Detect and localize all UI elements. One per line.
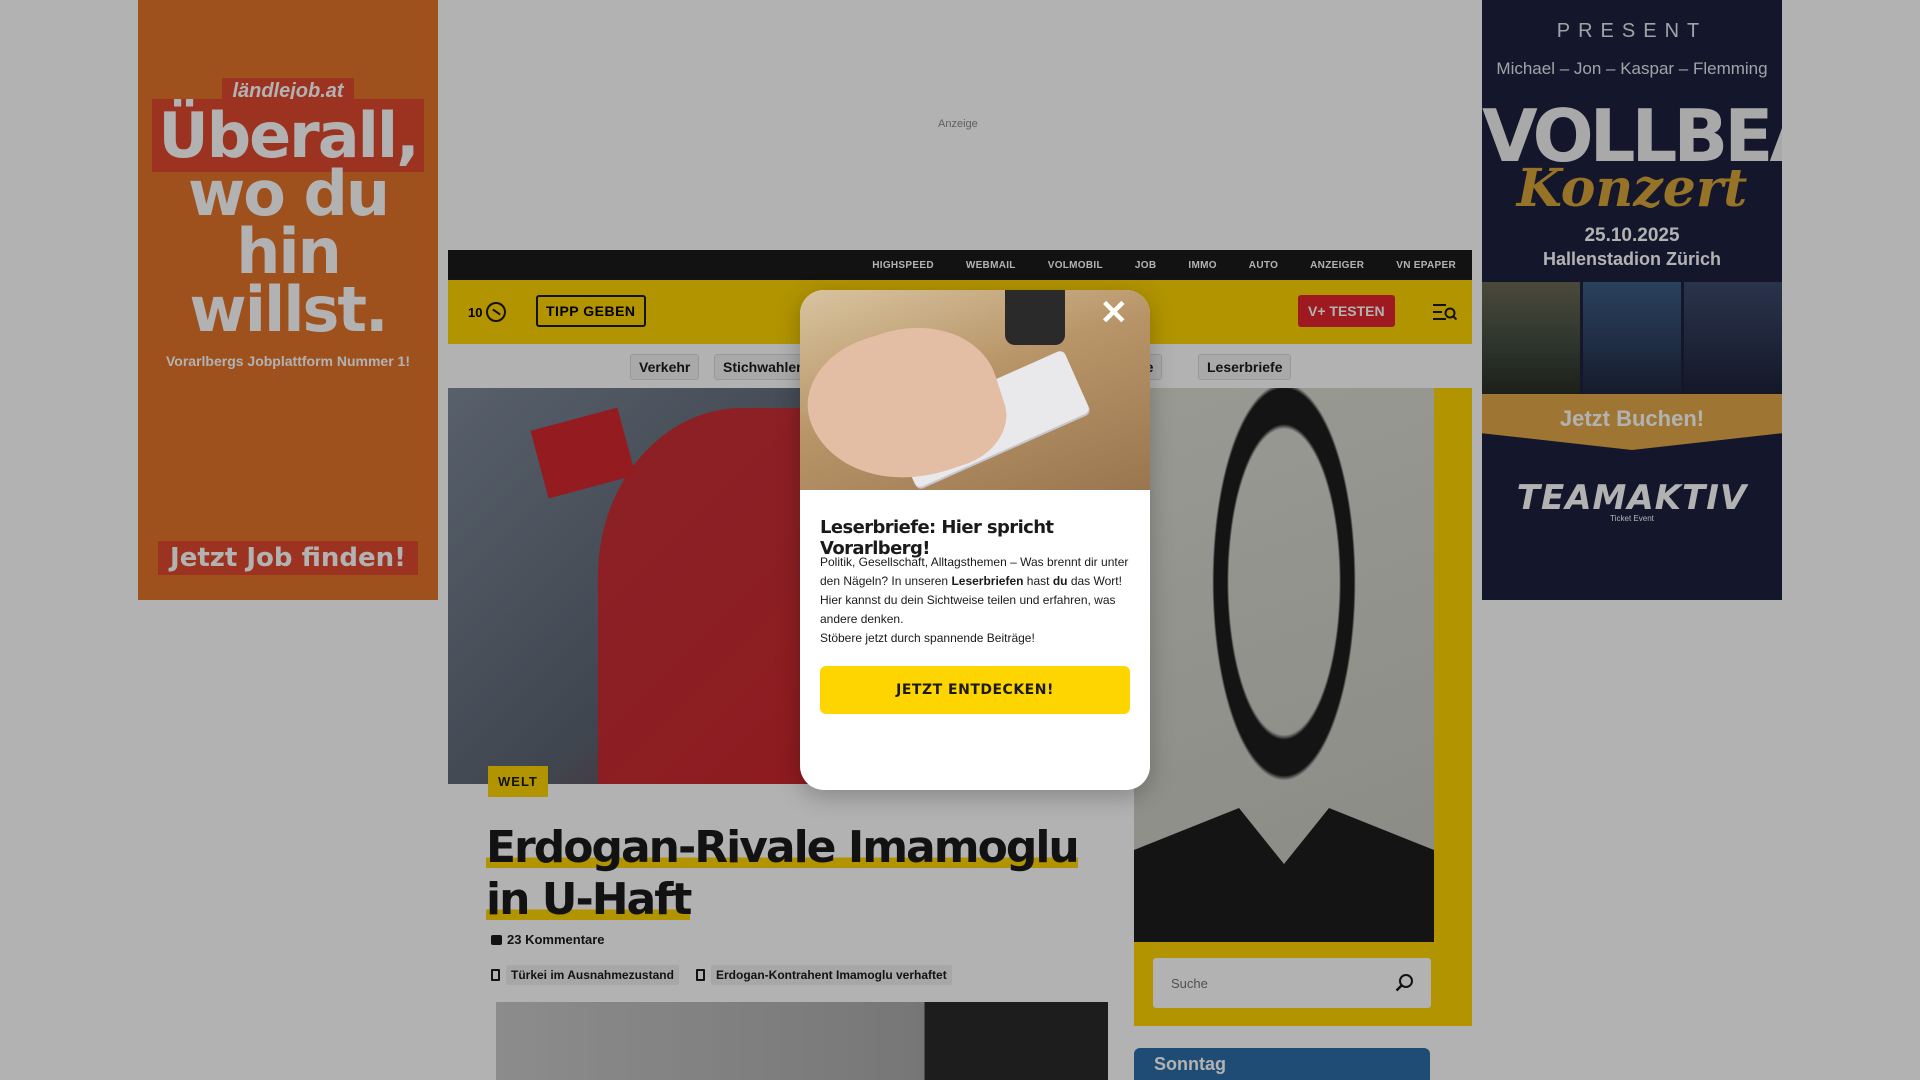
leserbriefe-modal: ✕ Leserbriefe: Hier spricht Vorarlberg! … [800, 290, 1150, 790]
close-icon[interactable]: ✕ [1100, 296, 1129, 330]
modal-image [800, 290, 1150, 490]
jetzt-entdecken-button[interactable]: JETZT ENTDECKEN! [820, 666, 1130, 714]
modal-body: Politik, Gesellschaft, Alltagsthemen – W… [820, 555, 1129, 645]
